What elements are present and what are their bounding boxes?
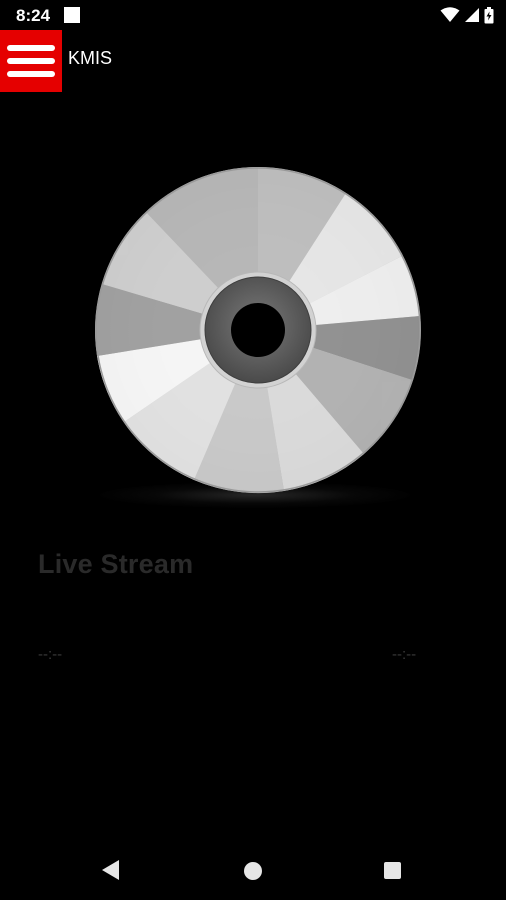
navigation-bar	[0, 840, 506, 900]
cell-signal-icon	[465, 8, 479, 22]
album-artwork	[94, 166, 422, 494]
wifi-icon	[440, 7, 460, 22]
compact-disc-icon	[95, 167, 421, 494]
elapsed-time: --:--	[38, 646, 63, 663]
status-time: 8:24	[16, 6, 51, 25]
stream-title: Live Stream	[38, 549, 194, 579]
home-icon[interactable]	[244, 862, 262, 880]
notification-square-icon	[64, 7, 80, 23]
battery-icon	[484, 6, 494, 23]
menu-button[interactable]	[0, 30, 62, 92]
app-title: KMIS	[68, 48, 113, 68]
status-icons	[440, 6, 494, 24]
status-bar: 8:24	[0, 0, 506, 30]
total-time: --:--	[392, 646, 417, 663]
recent-apps-icon[interactable]	[384, 862, 401, 879]
hamburger-menu-icon	[7, 45, 55, 77]
back-icon[interactable]	[102, 860, 119, 880]
